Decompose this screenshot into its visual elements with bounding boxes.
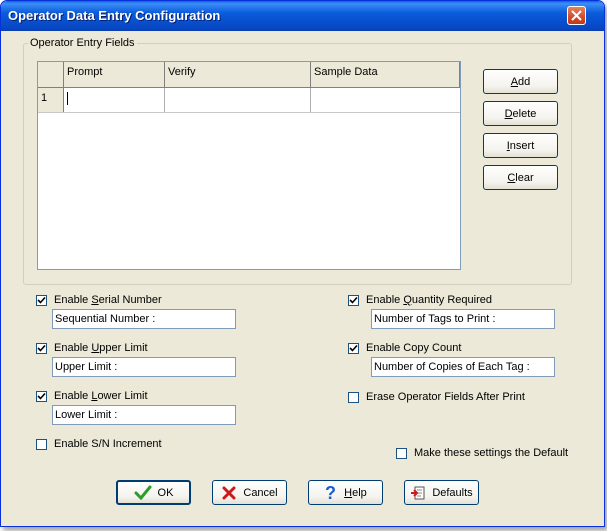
defaults-label: Defaults <box>432 486 473 499</box>
check-mark-icon <box>37 296 46 304</box>
check-mark-icon <box>349 296 358 304</box>
enable-serial-number-label[interactable]: Enable Serial Number <box>54 294 162 306</box>
ok-label: OK <box>157 486 174 499</box>
erase-operator-fields-label[interactable]: Erase Operator Fields After Print <box>366 391 525 403</box>
delete-button[interactable]: Delete <box>483 101 558 126</box>
enable-serial-number-checkbox[interactable] <box>36 295 47 306</box>
quantity-field[interactable]: Number of Tags to Print : <box>371 309 555 329</box>
enable-upper-limit-label[interactable]: Enable Upper Limit <box>54 342 148 354</box>
enable-copy-count-label[interactable]: Enable Copy Count <box>366 342 461 354</box>
erase-operator-fields-checkbox[interactable] <box>348 392 359 403</box>
group-label: Operator Entry Fields <box>28 37 137 49</box>
column-header-sample-data[interactable]: Sample Data <box>311 62 460 88</box>
table-row[interactable]: 1 <box>38 88 460 113</box>
serial-number-field[interactable]: Sequential Number : <box>52 309 236 329</box>
column-header-verify[interactable]: Verify <box>165 62 311 88</box>
upper-limit-field[interactable]: Upper Limit : <box>52 357 236 377</box>
text-caret <box>67 92 68 105</box>
question-mark-icon: ? <box>325 484 336 502</box>
add-button[interactable]: Add <box>483 69 558 94</box>
enable-lower-limit-label[interactable]: Enable Lower Limit <box>54 390 148 402</box>
entry-fields-grid[interactable]: Prompt Verify Sample Data 1 <box>37 61 461 270</box>
lower-limit-field[interactable]: Lower Limit : <box>52 405 236 425</box>
grid-header: Prompt Verify Sample Data <box>38 62 460 88</box>
cell-prompt[interactable] <box>64 88 165 112</box>
red-x-icon <box>222 486 236 499</box>
check-mark-icon <box>37 392 46 400</box>
column-header-prompt[interactable]: Prompt <box>64 62 165 88</box>
cell-sample-data[interactable] <box>311 88 460 112</box>
enable-sn-increment-checkbox[interactable] <box>36 439 47 450</box>
enable-copy-count-checkbox[interactable] <box>348 343 359 354</box>
close-button[interactable] <box>567 6 586 25</box>
cancel-label: Cancel <box>243 486 278 499</box>
dialog-window: Operator Data Entry Configuration Operat… <box>0 0 605 527</box>
copy-count-field[interactable]: Number of Copies of Each Tag : <box>371 357 555 377</box>
grid-corner <box>38 62 64 88</box>
row-number: 1 <box>38 88 64 112</box>
make-default-label[interactable]: Make these settings the Default <box>414 447 568 459</box>
make-default-checkbox[interactable] <box>396 448 407 459</box>
defaults-button[interactable]: Defaults <box>404 480 479 505</box>
dialog-client: Operator Entry Fields Prompt Verify Samp… <box>5 31 600 522</box>
enable-sn-increment-label[interactable]: Enable S/N Increment <box>54 438 162 450</box>
check-mark-icon <box>349 344 358 352</box>
document-arrow-icon <box>411 486 425 499</box>
enable-upper-limit-checkbox[interactable] <box>36 343 47 354</box>
checkmark-icon <box>134 485 152 500</box>
enable-lower-limit-checkbox[interactable] <box>36 391 47 402</box>
enable-quantity-required-label[interactable]: Enable Quantity Required <box>366 294 492 306</box>
cell-verify[interactable] <box>165 88 311 112</box>
title-bar[interactable]: Operator Data Entry Configuration <box>1 1 604 31</box>
insert-button[interactable]: Insert <box>483 133 558 158</box>
window-title: Operator Data Entry Configuration <box>8 8 221 23</box>
check-mark-icon <box>37 344 46 352</box>
clear-button[interactable]: Clear <box>483 165 558 190</box>
cancel-button[interactable]: Cancel <box>212 480 287 505</box>
enable-quantity-required-checkbox[interactable] <box>348 295 359 306</box>
help-button[interactable]: ? Help <box>308 480 383 505</box>
close-icon <box>571 10 582 21</box>
ok-button[interactable]: OK <box>116 480 191 505</box>
svg-text:?: ? <box>325 484 336 502</box>
help-label: Help <box>344 486 367 499</box>
